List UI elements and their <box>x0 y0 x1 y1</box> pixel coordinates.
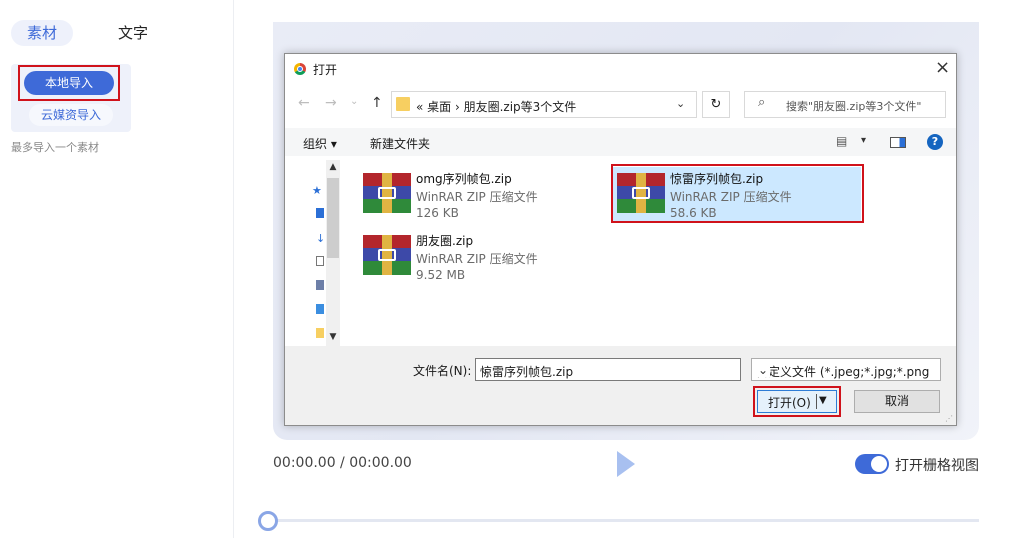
left-panel: 素材 文字 本地导入 云媒资导入 最多导入一个素材 <box>0 0 234 538</box>
file-name: omg序列帧包.zip <box>416 172 512 186</box>
folder-icon <box>396 97 410 111</box>
search-input[interactable]: ⌕ 搜索"朋友圈.zip等3个文件" <box>744 91 946 118</box>
open-file-dialog: 打开 × ← → ⌄ ↑ « 桌面 › 朋友圈.zip等3个文件 ⌄ ↻ ⌕ 搜… <box>284 53 957 426</box>
tree-scrollbar[interactable]: ▲ ▼ <box>326 160 340 346</box>
highlight-box <box>753 386 841 417</box>
computer-icon[interactable] <box>316 304 324 314</box>
close-icon[interactable]: × <box>935 58 950 78</box>
scroll-down-icon[interactable]: ▼ <box>326 332 340 342</box>
navigation-bar: ← → ⌄ ↑ « 桌面 › 朋友圈.zip等3个文件 ⌄ ↻ ⌕ 搜索"朋友圈… <box>285 86 956 122</box>
import-box: 本地导入 云媒资导入 <box>11 64 131 132</box>
dialog-toolbar: 组织 ▾ 新建文件夹 ▤ ▾ ? <box>285 128 956 156</box>
scroll-up-icon[interactable]: ▲ <box>326 162 340 172</box>
filename-field[interactable]: 惊雷序列帧包.zip ⌄ <box>475 358 741 381</box>
help-icon[interactable]: ? <box>927 134 943 150</box>
refresh-icon[interactable]: ↻ <box>702 91 730 118</box>
chevron-down-icon[interactable]: ⌄ <box>676 97 685 110</box>
file-size: 126 KB <box>416 206 459 220</box>
address-bar[interactable]: « 桌面 › 朋友圈.zip等3个文件 ⌄ <box>391 91 697 118</box>
cloud-import-button[interactable]: 云媒资导入 <box>29 104 113 126</box>
zip-archive-icon <box>363 173 411 213</box>
back-arrow-icon[interactable]: ← <box>298 95 310 111</box>
file-name: 朋友圈.zip <box>416 234 474 248</box>
tab-text[interactable]: 文字 <box>109 20 157 46</box>
filetype-select[interactable]: 自定义文件 (*.jpeg;*.jpg;*.png ⌄ <box>751 358 941 381</box>
file-size: 9.52 MB <box>416 268 466 282</box>
time-display: 00:00.00 / 00:00.00 <box>273 455 412 471</box>
downloads-icon[interactable]: ↓ <box>316 232 325 245</box>
grid-view-label: 打开栅格视图 <box>895 458 979 474</box>
dialog-titlebar: 打开 × <box>285 54 956 84</box>
resize-grip-icon[interactable]: ⋰ <box>945 414 953 423</box>
timeline-handle[interactable] <box>258 511 278 531</box>
chevron-down-icon[interactable]: ⌄ <box>480 363 490 377</box>
search-placeholder: 搜索"朋友圈.zip等3个文件" <box>786 100 922 113</box>
filename-value: 惊雷序列帧包.zip <box>480 365 574 379</box>
file-item[interactable]: omg序列帧包.zip WinRAR ZIP 压缩文件 126 KB <box>357 167 607 223</box>
highlight-box <box>18 65 120 101</box>
view-options-icon[interactable]: ▤ <box>836 134 847 148</box>
play-icon[interactable] <box>617 451 635 477</box>
organize-button[interactable]: 组织 ▾ <box>303 135 337 152</box>
new-folder-button[interactable]: 新建文件夹 <box>370 135 430 152</box>
recent-locations-icon[interactable]: ⌄ <box>350 96 358 107</box>
tab-material[interactable]: 素材 <box>11 20 73 46</box>
grid-view-toggle[interactable] <box>855 454 889 474</box>
chrome-icon <box>294 63 306 75</box>
file-item[interactable]: 朋友圈.zip WinRAR ZIP 压缩文件 9.52 MB <box>357 229 607 285</box>
desktop-icon[interactable] <box>316 208 324 218</box>
address-path: « 桌面 › 朋友圈.zip等3个文件 <box>416 100 577 114</box>
preview-pane-icon[interactable] <box>890 137 906 148</box>
file-type: WinRAR ZIP 压缩文件 <box>416 252 538 266</box>
navigation-pane: ★ ↓ ▲ ▼ <box>285 156 342 346</box>
chevron-down-icon[interactable]: ⌄ <box>756 363 770 377</box>
search-icon: ⌕ <box>758 95 766 110</box>
timeline-track[interactable] <box>268 519 979 522</box>
import-hint: 最多导入一个素材 <box>11 141 99 154</box>
zip-archive-icon <box>363 235 411 275</box>
folder-icon[interactable] <box>316 328 324 338</box>
dialog-title: 打开 <box>313 63 338 77</box>
cancel-button[interactable]: 取消 <box>854 390 940 413</box>
quick-access-icon[interactable]: ★ <box>312 184 322 197</box>
filename-label: 文件名(N): <box>413 364 472 378</box>
dialog-footer: 文件名(N): 惊雷序列帧包.zip ⌄ 自定义文件 (*.jpeg;*.jpg… <box>285 346 956 425</box>
highlight-box <box>611 164 864 223</box>
documents-icon[interactable] <box>316 256 324 266</box>
material-tabs: 素材 文字 <box>11 20 171 46</box>
forward-arrow-icon[interactable]: → <box>325 95 337 111</box>
scrollbar-thumb[interactable] <box>327 178 339 258</box>
pictures-icon[interactable] <box>316 280 324 290</box>
toggle-knob <box>871 456 887 472</box>
file-type: WinRAR ZIP 压缩文件 <box>416 190 538 204</box>
up-arrow-icon[interactable]: ↑ <box>371 95 383 111</box>
filetype-value: 自定义文件 (*.jpeg;*.jpg;*.png <box>756 365 930 379</box>
view-dropdown-icon[interactable]: ▾ <box>861 135 866 146</box>
